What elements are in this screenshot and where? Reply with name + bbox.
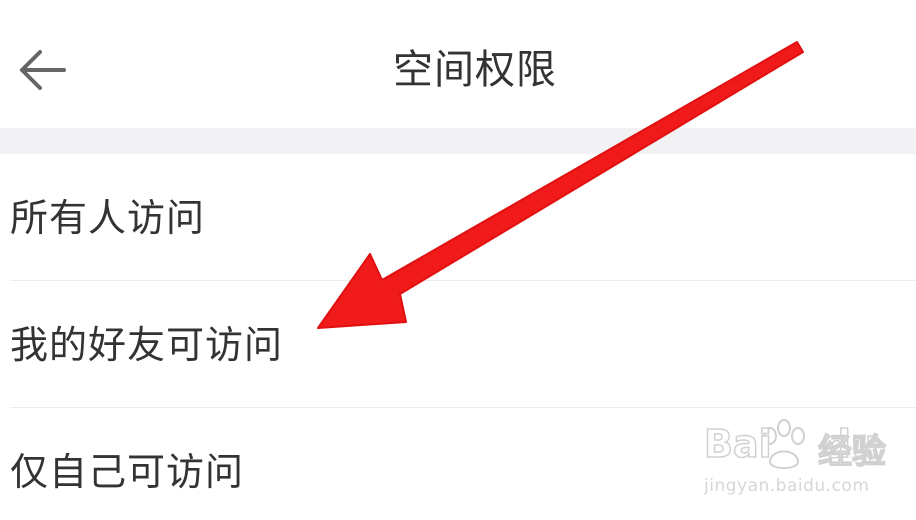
option-everyone[interactable]: 所有人访问 (0, 154, 916, 281)
page-title: 空间权限 (393, 47, 557, 93)
watermark-jingyan: 经验 (817, 431, 886, 472)
section-separator (0, 128, 916, 154)
option-label: 仅自己可访问 (10, 450, 245, 494)
baidu-jingyan-watermark: Bai du 经验 jingyan.baidu.com (700, 418, 900, 500)
option-friends[interactable]: 我的好友可访问 (0, 281, 916, 408)
option-label: 所有人访问 (10, 196, 206, 240)
space-permission-screen: 空间权限 所有人访问 我的好友可访问 仅自己可访问 Bai du 经验 jing… (0, 0, 916, 520)
watermark-url: jingyan.baidu.com (704, 476, 870, 496)
option-label: 我的好友可访问 (10, 323, 284, 367)
top-bar: 空间权限 (0, 0, 916, 128)
